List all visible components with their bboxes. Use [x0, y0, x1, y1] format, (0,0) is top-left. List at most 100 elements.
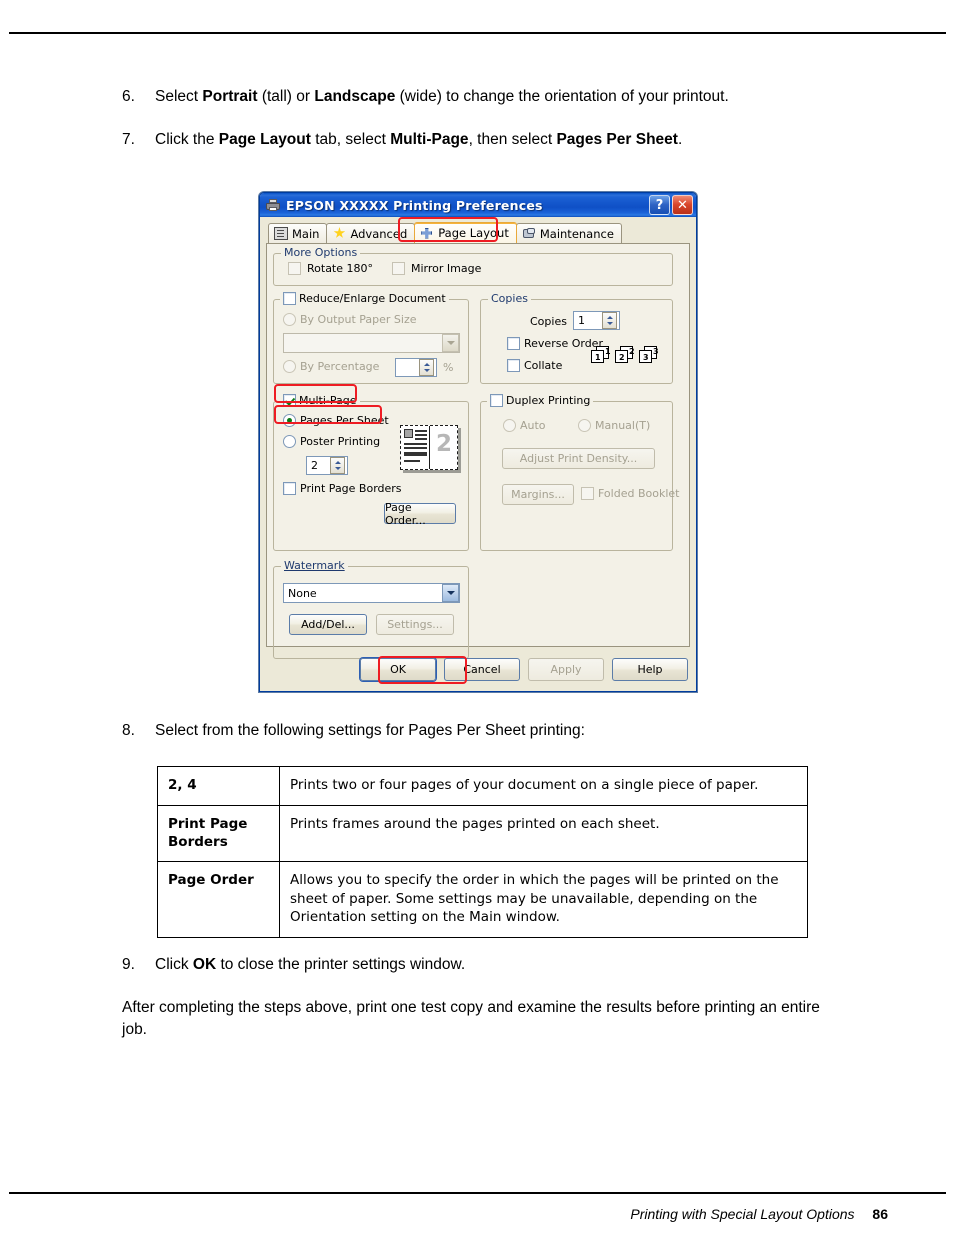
poster-printing-radio[interactable]: [283, 435, 296, 448]
step-9-bold-ok: OK: [192, 956, 217, 973]
add-del-button[interactable]: Add/Del...: [289, 614, 367, 635]
by-output-paper-size-radio[interactable]: [283, 313, 296, 326]
copies-label: Copies: [530, 315, 567, 328]
more-options-legend: More Options: [281, 246, 361, 259]
reverse-order-option[interactable]: Reverse Order: [507, 337, 603, 350]
rotate-180-checkbox[interactable]: [288, 262, 301, 275]
reduce-enlarge-group: Reduce/Enlarge Document By Output Paper …: [273, 292, 469, 384]
chevron-down-icon: [442, 584, 459, 602]
table-row: Print Page Borders Prints frames around …: [157, 804, 808, 863]
step-9-text-1: Click: [155, 956, 193, 973]
percentage-stepper[interactable]: [419, 359, 434, 376]
by-output-paper-size-label: By Output Paper Size: [300, 313, 417, 326]
pages-per-sheet-radio[interactable]: [283, 414, 296, 427]
table-cell-key: Page Order: [157, 861, 280, 938]
print-page-borders-checkbox[interactable]: [283, 482, 296, 495]
page-icon: [274, 227, 288, 240]
step-8: 8. Select from the following settings fo…: [122, 720, 882, 742]
tabstrip: Main Advanced Page Layout Maintenance: [266, 222, 690, 243]
tab-maintenance[interactable]: Maintenance: [515, 223, 622, 243]
page-order-button-label: Page Order...: [385, 500, 426, 527]
step-7-bold-multi-page: Multi-Page: [390, 131, 469, 148]
pages-count-stepper[interactable]: [330, 457, 345, 474]
help-button-label: Help: [637, 662, 663, 676]
step-6-text-2: (tall) or: [257, 88, 315, 105]
collate-icon-1: 1 1: [591, 346, 611, 363]
folded-booklet-option[interactable]: Folded Booklet: [581, 487, 679, 500]
copies-input[interactable]: 1: [573, 311, 620, 330]
watermark-settings-button[interactable]: Settings...: [376, 614, 454, 635]
mirror-image-option[interactable]: Mirror Image: [392, 262, 481, 275]
table-cell-key: 2, 4: [157, 766, 280, 806]
reduce-enlarge-checkbox[interactable]: [283, 292, 296, 305]
help-button-titlebar[interactable]: ?: [649, 195, 670, 215]
multi-page-checkbox[interactable]: [283, 394, 296, 407]
margins-button-label: Margins...: [511, 488, 565, 501]
add-del-button-label: Add/Del...: [301, 618, 355, 631]
by-percentage-option[interactable]: By Percentage: [283, 360, 379, 373]
duplex-manual-radio[interactable]: [578, 419, 591, 432]
step-8-text: Select from the following settings for P…: [155, 722, 585, 739]
ok-button[interactable]: OK: [360, 657, 436, 681]
apply-button[interactable]: Apply: [528, 657, 604, 681]
folded-booklet-checkbox[interactable]: [581, 487, 594, 500]
reduce-enlarge-toggle[interactable]: Reduce/Enlarge Document: [280, 292, 449, 305]
page-order-button[interactable]: Page Order...: [384, 500, 456, 527]
tab-main[interactable]: Main: [268, 223, 328, 243]
close-icon[interactable]: ✕: [672, 195, 693, 215]
mirror-image-checkbox[interactable]: [392, 262, 405, 275]
poster-printing-option[interactable]: Poster Printing: [283, 435, 380, 448]
step-9-text-2: to close the printer settings window.: [216, 956, 466, 973]
pages-per-sheet-option[interactable]: Pages Per Sheet: [283, 414, 389, 427]
print-page-borders-label: Print Page Borders: [300, 482, 402, 495]
dialog-title: EPSON XXXXX Printing Preferences: [286, 197, 543, 213]
duplex-manual-option[interactable]: Manual(T): [578, 419, 650, 432]
duplex-auto-radio[interactable]: [503, 419, 516, 432]
by-percentage-radio[interactable]: [283, 360, 296, 373]
watermark-value: None: [288, 586, 317, 600]
print-page-borders-option[interactable]: Print Page Borders: [283, 482, 402, 495]
pages-count-input[interactable]: 2: [306, 456, 348, 475]
table-row: 2, 4 Prints two or four pages of your do…: [157, 766, 808, 806]
help-button[interactable]: Help: [612, 657, 688, 681]
collate-checkbox[interactable]: [507, 359, 520, 372]
table-row: Page Order Allows you to specify the ord…: [157, 861, 808, 938]
step-6-text: Select Portrait (tall) or Landscape (wid…: [155, 86, 882, 108]
percent-sign: %: [443, 361, 454, 374]
collate-icon-1-inner: 1: [595, 353, 601, 362]
tab-page-layout[interactable]: Page Layout: [414, 222, 517, 243]
rotate-180-option[interactable]: Rotate 180°: [288, 262, 373, 275]
table-cell-value: Prints frames around the pages printed o…: [279, 804, 808, 863]
copies-stepper[interactable]: [602, 312, 617, 329]
duplex-printing-toggle[interactable]: Duplex Printing: [487, 394, 594, 407]
page-layout-panel: More Options Rotate 180° Mirror Image Re…: [266, 243, 690, 659]
poster-printing-label: Poster Printing: [300, 435, 381, 448]
collate-label: Collate: [524, 359, 563, 372]
watermark-select[interactable]: None: [283, 583, 460, 603]
adjust-print-density-button[interactable]: Adjust Print Density...: [502, 448, 655, 469]
duplex-manual-label: Manual(T): [595, 419, 651, 432]
duplex-printing-checkbox[interactable]: [490, 394, 503, 407]
step-6-bold-landscape: Landscape: [314, 88, 396, 105]
multi-page-toggle[interactable]: Multi-Page: [280, 394, 360, 407]
step-9-number: 9.: [122, 956, 135, 973]
step-7-number: 7.: [122, 131, 135, 148]
step-6: 6. Select Portrait (tall) or Landscape (…: [122, 86, 882, 108]
by-output-paper-size-option[interactable]: By Output Paper Size: [283, 313, 417, 326]
dialog-titlebar[interactable]: EPSON XXXXX Printing Preferences ? ✕: [260, 193, 696, 217]
output-paper-size-select[interactable]: [283, 333, 460, 353]
tab-advanced[interactable]: Advanced: [326, 223, 416, 243]
percentage-input[interactable]: [395, 358, 437, 377]
collate-option[interactable]: Collate: [507, 359, 562, 372]
step-7-text-3: , then select: [468, 131, 557, 148]
tab-maintenance-label: Maintenance: [539, 226, 614, 241]
collate-preview-icons: 1 1 2 2 3 3: [591, 346, 659, 363]
duplex-auto-label: Auto: [520, 419, 546, 432]
margins-button[interactable]: Margins...: [502, 484, 574, 505]
step-7-text-2: tab, select: [310, 131, 391, 148]
by-percentage-label: By Percentage: [300, 360, 380, 373]
move-cross-icon: [420, 227, 434, 240]
duplex-auto-option[interactable]: Auto: [503, 419, 546, 432]
reverse-order-checkbox[interactable]: [507, 337, 520, 350]
cancel-button[interactable]: Cancel: [444, 657, 520, 681]
